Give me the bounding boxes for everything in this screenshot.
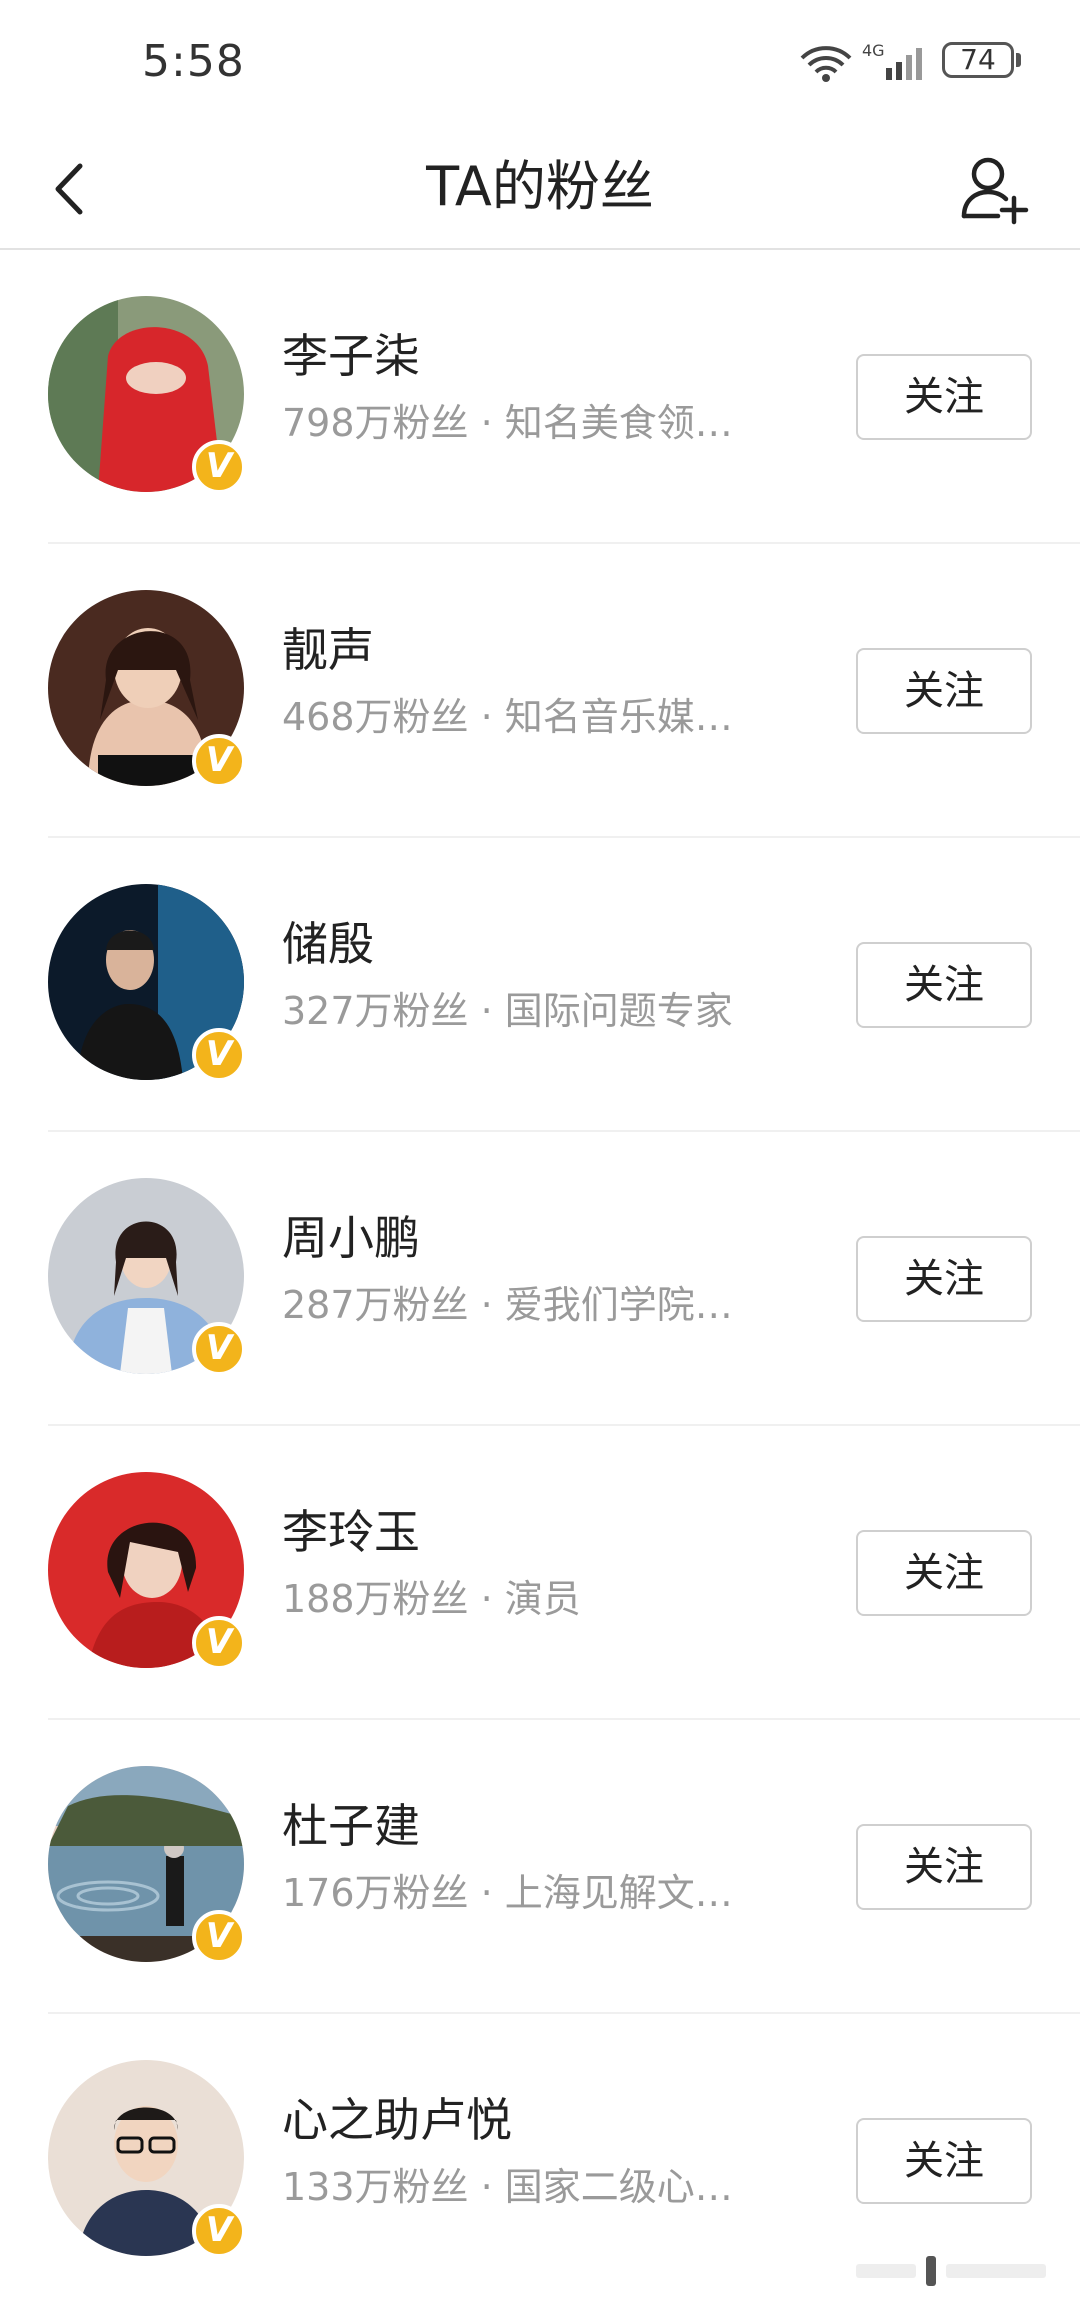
follow-button[interactable]: 关注 — [856, 942, 1032, 1028]
user-name[interactable]: 周小鹏 — [282, 1208, 420, 1268]
user-subtitle: 188万粉丝 · 演员 — [282, 1577, 581, 1621]
list-item[interactable]: V 李子柒 798万粉丝 · 知名美食领… 关注 — [0, 250, 1080, 544]
avatar[interactable]: V — [48, 1472, 246, 1670]
avatar[interactable]: V — [48, 884, 246, 1082]
follow-button[interactable]: 关注 — [856, 354, 1032, 440]
status-bar: 5:58 4G 74 — [0, 0, 1080, 130]
battery-cap — [1016, 53, 1021, 67]
user-subtitle: 176万粉丝 · 上海见解文… — [282, 1871, 733, 1915]
follower-list: V 李子柒 798万粉丝 · 知名美食领… 关注 V 靓声 468万粉丝 · 知… — [0, 250, 1080, 2308]
avatar[interactable]: V — [48, 2060, 246, 2258]
list-item[interactable]: V 周小鹏 287万粉丝 · 爱我们学院… 关注 — [0, 1132, 1080, 1426]
user-name[interactable]: 李子柒 — [282, 326, 420, 386]
list-item[interactable]: V 李玲玉 188万粉丝 · 演员 关注 — [0, 1426, 1080, 1720]
avatar[interactable]: V — [48, 296, 246, 494]
list-item[interactable]: V 储殷 327万粉丝 · 国际问题专家 关注 — [0, 838, 1080, 1132]
add-user-icon[interactable] — [958, 150, 1030, 228]
verified-badge-icon: V — [192, 734, 246, 788]
follow-button[interactable]: 关注 — [856, 1530, 1032, 1616]
verified-badge-icon: V — [192, 1028, 246, 1082]
avatar[interactable]: V — [48, 1766, 246, 1964]
follow-button[interactable]: 关注 — [856, 1824, 1032, 1910]
list-item[interactable]: V 靓声 468万粉丝 · 知名音乐媒… 关注 — [0, 544, 1080, 838]
user-subtitle: 327万粉丝 · 国际问题专家 — [282, 989, 733, 1033]
network-label: 4G — [862, 42, 885, 60]
home-indicator-icon — [856, 2256, 1046, 2286]
page-title: TA的粉丝 — [426, 155, 654, 218]
user-subtitle: 468万粉丝 · 知名音乐媒… — [282, 695, 733, 739]
verified-badge-icon: V — [192, 440, 246, 494]
user-name[interactable]: 心之助卢悦 — [282, 2090, 512, 2150]
avatar[interactable]: V — [48, 590, 246, 788]
user-name[interactable]: 储殷 — [282, 914, 374, 974]
user-name[interactable]: 靓声 — [282, 620, 374, 680]
verified-badge-icon: V — [192, 1616, 246, 1670]
wifi-icon — [800, 46, 852, 82]
follow-button[interactable]: 关注 — [856, 2118, 1032, 2204]
cellular-signal-icon: 4G — [862, 42, 922, 80]
battery-level: 74 — [960, 43, 996, 76]
follow-button[interactable]: 关注 — [856, 1236, 1032, 1322]
user-subtitle: 798万粉丝 · 知名美食领… — [282, 401, 733, 445]
verified-badge-icon: V — [192, 1910, 246, 1964]
nav-bar: TA的粉丝 — [0, 130, 1080, 250]
verified-badge-icon: V — [192, 1322, 246, 1376]
verified-badge-icon: V — [192, 2204, 246, 2258]
avatar[interactable]: V — [48, 1178, 246, 1376]
user-name[interactable]: 杜子建 — [282, 1796, 420, 1856]
user-subtitle: 133万粉丝 · 国家二级心… — [282, 2165, 733, 2209]
list-item[interactable]: V 杜子建 176万粉丝 · 上海见解文… 关注 — [0, 1720, 1080, 2014]
user-name[interactable]: 李玲玉 — [282, 1502, 420, 1562]
follow-button[interactable]: 关注 — [856, 648, 1032, 734]
status-time: 5:58 — [142, 36, 245, 87]
user-subtitle: 287万粉丝 · 爱我们学院… — [282, 1283, 733, 1327]
